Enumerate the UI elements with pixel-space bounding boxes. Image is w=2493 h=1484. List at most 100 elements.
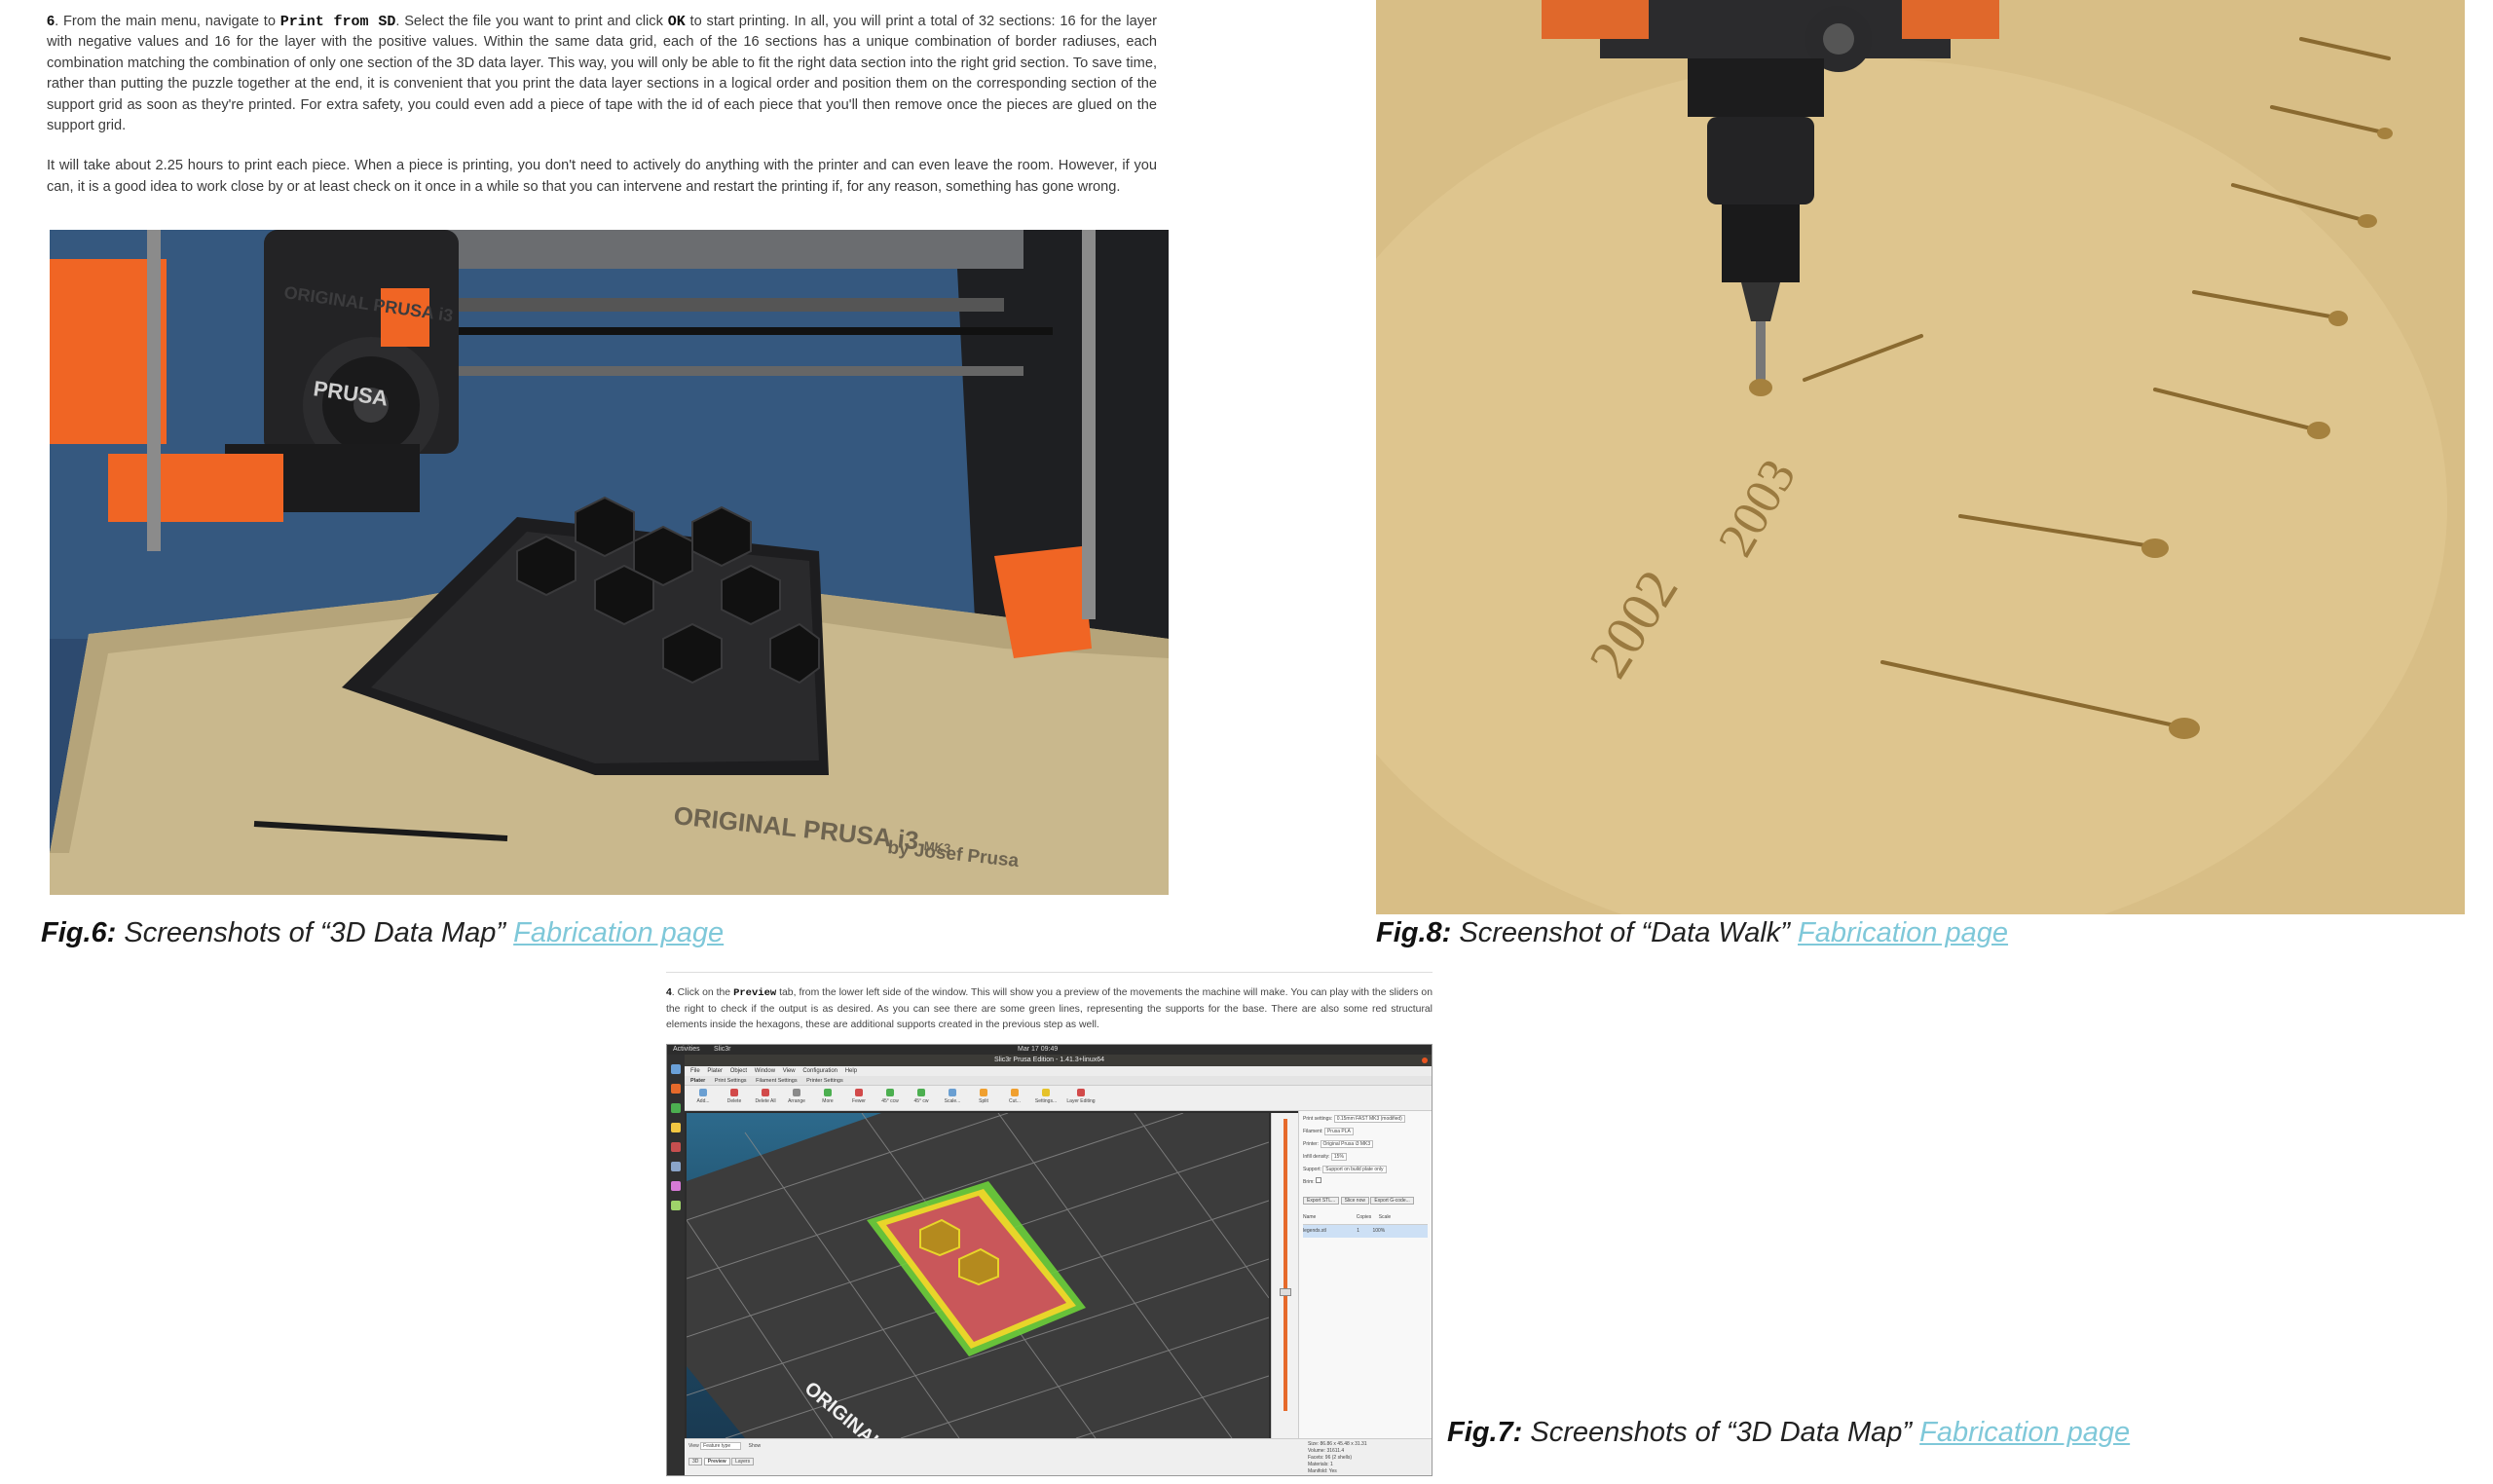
row-label: Brim:: [1303, 1179, 1315, 1185]
step-4-instructions: 4. Click on the Preview tab, from the lo…: [666, 985, 1433, 1034]
support-select[interactable]: Support on build plate only: [1322, 1166, 1387, 1173]
settings-button[interactable]: Settings...: [1033, 1089, 1059, 1108]
brim-checkbox[interactable]: [1316, 1177, 1322, 1183]
print-settings-select[interactable]: 0.15mm FAST MK3 (modified): [1333, 1115, 1405, 1123]
menu-plater[interactable]: Plater: [707, 1068, 723, 1074]
menu-window[interactable]: Window: [755, 1068, 775, 1074]
info-manifold: Manifold: Yes: [1308, 1468, 1337, 1474]
panel-row: Infill density: 15%: [1303, 1151, 1428, 1164]
printer-photo: ORIGINAL PRUSA i3 MK3 by Josef Prusa ORIG…: [50, 230, 1169, 895]
window-title: Slic3r Prusa Edition - 1.41.3+linux64: [993, 1057, 1105, 1063]
tab-plater[interactable]: Plater: [690, 1078, 705, 1084]
arrange-button[interactable]: Arrange: [784, 1089, 809, 1108]
tab-preview[interactable]: Preview: [703, 1458, 730, 1465]
slider-thumb[interactable]: [1280, 1288, 1291, 1296]
app-icon[interactable]: [671, 1162, 681, 1171]
tab-print-settings[interactable]: Print Settings: [715, 1078, 747, 1084]
cut-button[interactable]: Cut...: [1002, 1089, 1027, 1108]
divider: [666, 972, 1433, 973]
layer-slider[interactable]: [1271, 1113, 1298, 1438]
object-list-row[interactable]: legends.stl 1 100%: [1303, 1225, 1428, 1238]
menu-help[interactable]: Help: [845, 1068, 857, 1074]
browser-icon[interactable]: [671, 1084, 681, 1094]
slicer-screenshot: Activities Slic3r Mar 17 09:49 Slic3r Pr…: [666, 1044, 1433, 1476]
tab-3d[interactable]: 3D: [688, 1458, 703, 1465]
menu-object[interactable]: Object: [730, 1068, 747, 1074]
info-size: Size: 86.86 x 45.48 x 31.31: [1308, 1441, 1367, 1447]
more-button[interactable]: More: [815, 1089, 840, 1108]
step-6-text: . From the main menu, navigate to: [55, 14, 280, 29]
menu-command-print-from-sd: Print from SD: [279, 14, 396, 30]
step-4-text: tab, from the lower left side of the win…: [666, 987, 1433, 1031]
filament-select[interactable]: Prusa PLA: [1323, 1128, 1354, 1135]
slicer-toolbar: Add... Delete Delete All Arrange More Fe…: [685, 1086, 1432, 1111]
app-icon[interactable]: [671, 1201, 681, 1210]
panel-row: Brim:: [1303, 1176, 1428, 1189]
info-materials: Materials: 1: [1308, 1462, 1333, 1467]
object-list-header: Name Copies Scale: [1303, 1211, 1428, 1225]
object-info: Size: 86.86 x 45.48 x 31.31 Volume: 3161…: [1308, 1441, 1367, 1475]
figure-7-caption: Fig.7: Screenshots of “3D Data Map” Fabr…: [1447, 1415, 2130, 1450]
menu-configuration[interactable]: Configuration: [802, 1068, 837, 1074]
info-facets: Facets: 96 (2 shells): [1308, 1455, 1353, 1461]
fabrication-page-link[interactable]: Fabrication page: [1919, 1417, 2130, 1448]
fewer-button[interactable]: Fewer: [846, 1089, 872, 1108]
view-type-select[interactable]: Feature type: [700, 1442, 742, 1450]
tab-printer-settings[interactable]: Printer Settings: [806, 1078, 843, 1084]
object-name: legends.stl: [1303, 1228, 1326, 1234]
slice-now-button[interactable]: Slice now: [1340, 1197, 1369, 1205]
tab-filament-settings[interactable]: Filament Settings: [756, 1078, 798, 1084]
preview-bottom-bar: View Feature type Show 3D Preview Layers…: [685, 1438, 1432, 1475]
app-icon[interactable]: [671, 1181, 681, 1191]
step-6-paragraph-2: It will take about 2.25 hours to print e…: [47, 158, 1157, 195]
app-menu-label: Slic3r: [714, 1046, 731, 1053]
add-button[interactable]: Add...: [690, 1089, 716, 1108]
3d-preview-viewport[interactable]: ORIGINAL: [687, 1113, 1269, 1438]
split-button[interactable]: Split: [971, 1089, 996, 1108]
menu-view[interactable]: View: [783, 1068, 796, 1074]
activities-label: Activities: [673, 1046, 700, 1053]
column-header: Scale: [1378, 1214, 1392, 1220]
export-gcode-button[interactable]: Export G-code...: [1370, 1197, 1414, 1205]
figure-8-caption: Fig.8: Screenshot of “Data Walk” Fabrica…: [1376, 915, 2008, 950]
menu-file[interactable]: File: [690, 1068, 700, 1074]
layer-editing-button[interactable]: Layer Editing: [1064, 1089, 1098, 1108]
app-icon[interactable]: [671, 1103, 681, 1113]
fabrication-page-link[interactable]: Fabrication page: [513, 917, 724, 948]
figure-label: Fig.8:: [1376, 917, 1452, 948]
fabrication-page-link[interactable]: Fabrication page: [1798, 917, 2008, 948]
toolbar-label: Delete: [726, 1098, 742, 1104]
export-stl-button[interactable]: Export STL...: [1303, 1197, 1340, 1205]
app-icon[interactable]: [671, 1123, 681, 1132]
os-topbar: Activities Slic3r Mar 17 09:49: [667, 1045, 1432, 1055]
printer-select[interactable]: Original Prusa i3 MK3: [1320, 1140, 1374, 1148]
app-icon[interactable]: [671, 1142, 681, 1152]
infill-select[interactable]: 15%: [1330, 1153, 1347, 1161]
row-label: Infill density:: [1303, 1154, 1330, 1160]
panel-row: Print settings: 0.15mm FAST MK3 (modifie…: [1303, 1113, 1428, 1126]
preview-canvas: ORIGINAL: [687, 1113, 1269, 1438]
rotate-cw-button[interactable]: 45° cw: [909, 1089, 934, 1108]
close-icon[interactable]: [1422, 1057, 1428, 1063]
rotate-ccw-icon: [886, 1089, 894, 1096]
step-6-text: to start printing. In all, you will prin…: [47, 14, 1157, 134]
rotate-ccw-button[interactable]: 45° ccw: [877, 1089, 903, 1108]
delete-button[interactable]: Delete: [722, 1089, 747, 1108]
figure-caption-text: Screenshots of “3D Data Map”: [124, 917, 506, 948]
cnc-spindle: [1600, 0, 1951, 58]
show-label: Show: [748, 1443, 762, 1449]
toolbar-label: Scale...: [944, 1098, 961, 1104]
figure-label: Fig.6:: [41, 917, 117, 948]
clock-label: Mar 17 09:49: [1018, 1046, 1059, 1053]
scale-button[interactable]: Scale...: [940, 1089, 965, 1108]
tab-layers[interactable]: Layers: [731, 1458, 755, 1465]
delete-all-button[interactable]: Delete All: [753, 1089, 778, 1108]
toolbar-label: Fewer: [852, 1098, 866, 1104]
cnc-photo-illustration: 2002 2003: [1376, 0, 2465, 914]
figure-6-caption: Fig.6: Screenshots of “3D Data Map” Fabr…: [41, 915, 724, 950]
toolbar-label: Arrange: [788, 1098, 805, 1104]
step-4-text: . Click on the: [671, 987, 734, 998]
figure-label: Fig.7:: [1447, 1417, 1523, 1448]
toolbar-label: Layer Editing: [1066, 1098, 1096, 1104]
files-icon[interactable]: [671, 1064, 681, 1074]
